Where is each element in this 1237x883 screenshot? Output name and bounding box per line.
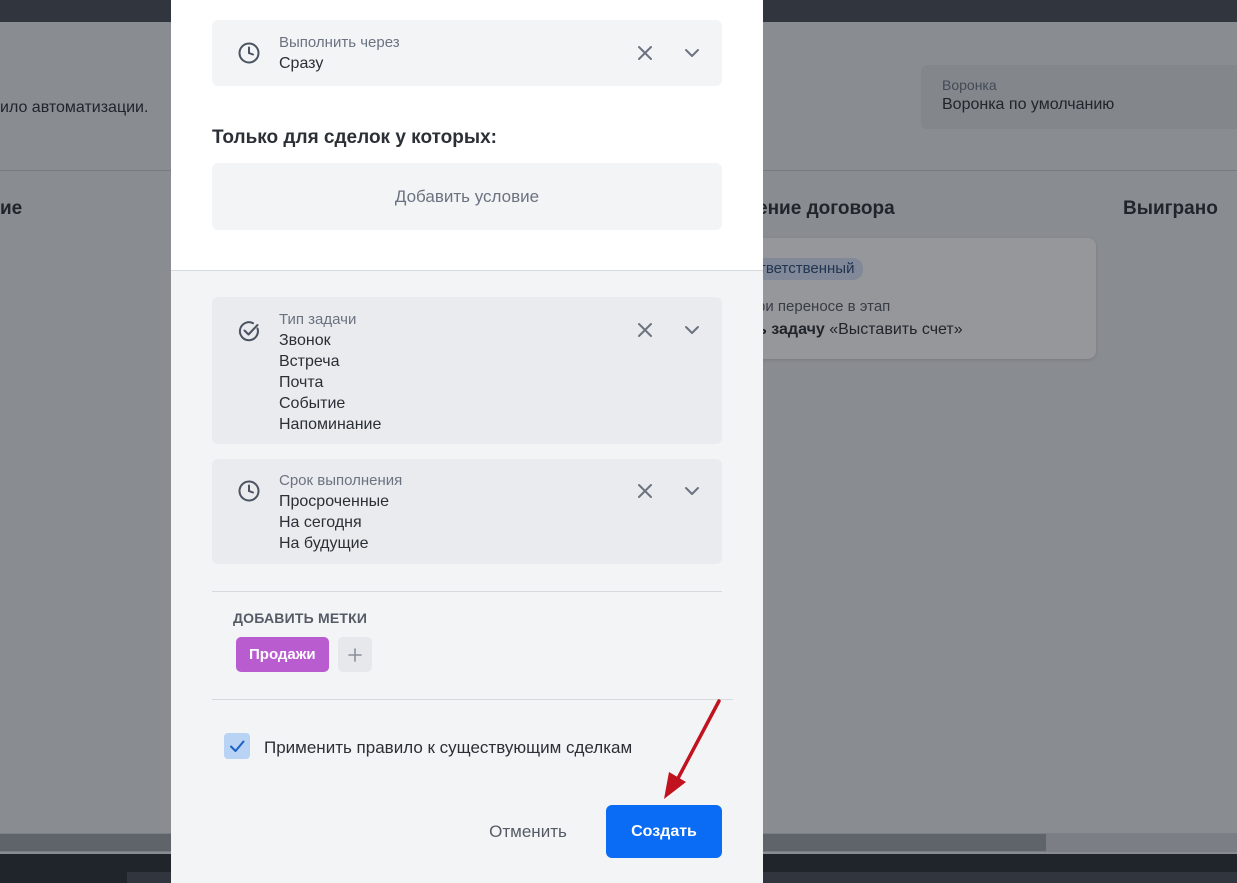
task-type-value: Встреча (279, 353, 340, 370)
cancel-button[interactable]: Отменить (473, 805, 583, 858)
close-icon[interactable] (636, 44, 654, 62)
chevron-down-icon[interactable] (683, 482, 701, 500)
due-date-value: На сегодня (279, 514, 362, 531)
add-condition-button[interactable]: Добавить условие (212, 163, 722, 230)
tag-chip[interactable]: Продажи (236, 637, 329, 672)
execute-after-value: Сразу (279, 55, 324, 72)
task-type-value: Событие (279, 395, 346, 412)
due-date-select[interactable]: Срок выполнения Просроченные На сегодня … (212, 459, 722, 564)
task-type-select[interactable]: Тип задачи Звонок Встреча Почта Событие … (212, 297, 722, 444)
task-type-value: Почта (279, 374, 324, 391)
chevron-down-icon[interactable] (683, 44, 701, 62)
execute-after-label: Выполнить через (279, 34, 400, 51)
clock-icon (238, 480, 260, 502)
task-type-value: Напоминание (279, 416, 382, 433)
close-icon[interactable] (636, 321, 654, 339)
divider (212, 591, 722, 592)
due-date-value: На будущие (279, 535, 369, 552)
plus-icon (348, 647, 362, 662)
create-button[interactable]: Создать (606, 805, 722, 858)
task-type-value: Звонок (279, 332, 331, 349)
modal-upper-section: Выполнить через Сразу Только для сделок … (171, 0, 763, 271)
due-date-label: Срок выполнения (279, 472, 403, 489)
execute-after-select[interactable]: Выполнить через Сразу (212, 20, 722, 86)
apply-existing-label[interactable]: Применить правило к существующим сделкам (264, 738, 632, 758)
task-type-label: Тип задачи (279, 311, 357, 328)
checkmark-icon (230, 740, 245, 752)
check-circle-icon (238, 321, 259, 342)
close-icon[interactable] (636, 482, 654, 500)
tags-title: ДОБАВИТЬ МЕТКИ (233, 610, 368, 626)
add-tag-button[interactable] (338, 637, 372, 672)
conditions-title: Только для сделок у которых: (212, 127, 497, 148)
chevron-down-icon[interactable] (683, 321, 701, 339)
annotation-arrow-icon (664, 699, 721, 799)
clock-icon (238, 42, 260, 64)
due-date-value: Просроченные (279, 493, 390, 510)
apply-existing-checkbox[interactable] (224, 733, 250, 759)
